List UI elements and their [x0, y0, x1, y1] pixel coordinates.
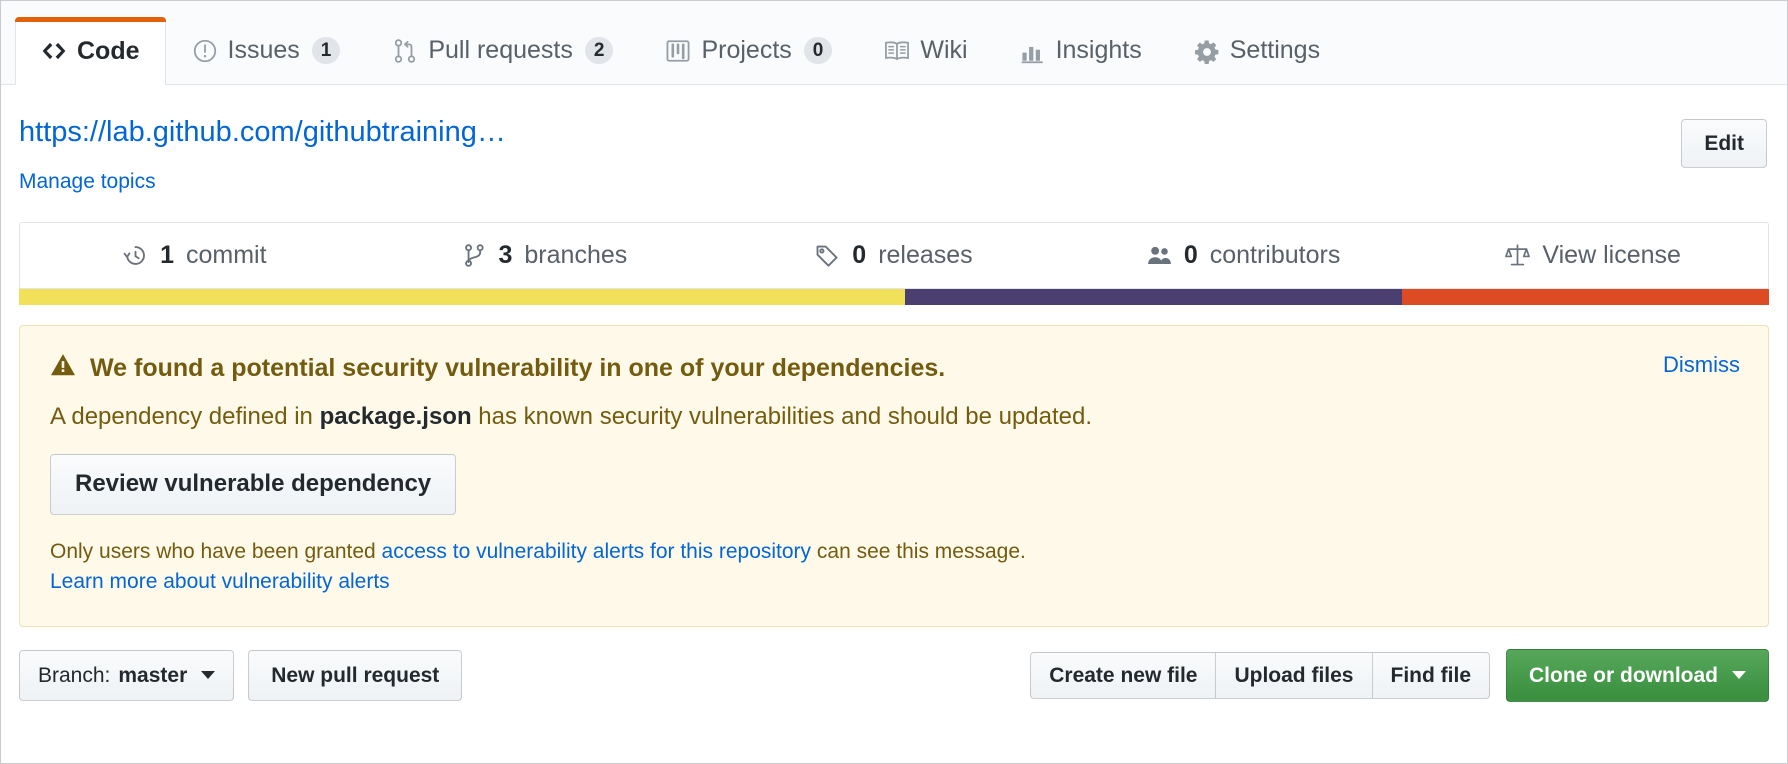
- commits-link[interactable]: 1 commit: [20, 223, 370, 288]
- clone-or-download-button[interactable]: Clone or download: [1506, 649, 1769, 702]
- releases-link[interactable]: 0 releases: [719, 223, 1069, 288]
- numbers-summary-box: 1 commit 3 branches 0 releases: [19, 222, 1769, 289]
- repository-summary: 1 commit 3 branches 0 releases: [1, 194, 1787, 305]
- gear-icon: [1194, 38, 1220, 64]
- tab-pull-requests-counter: 2: [585, 37, 614, 65]
- branch-select-button[interactable]: Branch: master: [19, 650, 234, 701]
- history-icon: [123, 243, 148, 268]
- tab-settings[interactable]: Settings: [1168, 16, 1346, 84]
- contributors-label: contributors: [1210, 241, 1341, 270]
- chevron-down-icon: [1732, 671, 1746, 679]
- review-vulnerable-dependency-button[interactable]: Review vulnerable dependency: [50, 454, 456, 515]
- file-toolbar-right: Create new file Upload files Find file C…: [1030, 649, 1769, 702]
- tab-insights-label: Insights: [1056, 36, 1142, 65]
- alert-title-text: We found a potential security vulnerabil…: [90, 354, 945, 383]
- tab-code[interactable]: Code: [15, 17, 166, 85]
- law-icon: [1505, 243, 1530, 268]
- language-segment-3: [1402, 289, 1770, 305]
- language-bar: [19, 289, 1769, 305]
- git-branch-icon: [462, 243, 487, 268]
- issue-icon: [192, 38, 218, 64]
- edit-button[interactable]: Edit: [1681, 119, 1767, 168]
- alert-note: Only users who have been granted access …: [50, 537, 1738, 598]
- releases-count: 0: [852, 241, 866, 270]
- repository-meta: https://lab.github.com/githubtraining… M…: [1, 85, 1787, 194]
- alert-note-suffix: can see this message.: [811, 540, 1026, 563]
- alert-title-row: We found a potential security vulnerabil…: [50, 352, 1738, 385]
- tab-wiki[interactable]: Wiki: [858, 16, 993, 84]
- language-segment-2: [905, 289, 1402, 305]
- tab-code-label: Code: [77, 37, 140, 66]
- tab-projects-counter: 0: [804, 37, 833, 65]
- alert-body-suffix: has known security vulnerabilities and s…: [472, 403, 1092, 430]
- file-actions-button-group: Create new file Upload files Find file: [1030, 652, 1490, 699]
- tab-insights[interactable]: Insights: [994, 16, 1168, 84]
- tab-projects[interactable]: Projects 0: [639, 16, 858, 84]
- repository-meta-left: https://lab.github.com/githubtraining… M…: [19, 115, 506, 194]
- branches-label: branches: [524, 241, 627, 270]
- chevron-down-icon: [201, 671, 215, 679]
- graph-icon: [1020, 38, 1046, 64]
- alert-note-line-1: Only users who have been granted access …: [50, 537, 1738, 567]
- repository-nav-tabs: Code Issues 1 Pull requests 2 Projects 0: [1, 1, 1787, 85]
- license-label: View license: [1542, 241, 1681, 270]
- tab-issues-counter: 1: [312, 37, 341, 65]
- license-link[interactable]: View license: [1418, 223, 1768, 288]
- branch-name-label: master: [118, 663, 187, 688]
- tab-issues[interactable]: Issues 1: [166, 16, 367, 84]
- releases-label: releases: [878, 241, 973, 270]
- contributors-count: 0: [1184, 241, 1198, 270]
- tab-pull-requests[interactable]: Pull requests 2: [366, 16, 639, 84]
- upload-files-button[interactable]: Upload files: [1215, 652, 1371, 699]
- file-toolbar-left: Branch: master New pull request: [19, 650, 462, 701]
- create-new-file-button[interactable]: Create new file: [1030, 652, 1215, 699]
- project-icon: [665, 38, 691, 64]
- alert-note-prefix: Only users who have been granted: [50, 540, 382, 563]
- tag-icon: [815, 243, 840, 268]
- tab-projects-label: Projects: [701, 36, 791, 65]
- people-icon: [1147, 243, 1172, 268]
- github-repo-page: Code Issues 1 Pull requests 2 Projects 0: [0, 0, 1788, 764]
- new-pull-request-button[interactable]: New pull request: [248, 650, 462, 701]
- repository-homepage-link[interactable]: https://lab.github.com/githubtraining…: [19, 115, 506, 150]
- contributors-link[interactable]: 0 contributors: [1069, 223, 1419, 288]
- tab-issues-label: Issues: [228, 36, 300, 65]
- git-pull-request-icon: [392, 38, 418, 64]
- dismiss-link[interactable]: Dismiss: [1663, 352, 1740, 378]
- tab-pull-requests-label: Pull requests: [428, 36, 573, 65]
- file-navigation-toolbar: Branch: master New pull request Create n…: [1, 627, 1787, 702]
- language-segment-1: [19, 289, 905, 305]
- branches-link[interactable]: 3 branches: [370, 223, 720, 288]
- tab-wiki-label: Wiki: [920, 36, 967, 65]
- alert-body-prefix: A dependency defined in: [50, 403, 320, 430]
- commits-label: commit: [186, 241, 267, 270]
- commits-count: 1: [160, 241, 174, 270]
- manage-topics-link[interactable]: Manage topics: [19, 170, 156, 193]
- code-icon: [41, 38, 67, 64]
- tab-settings-label: Settings: [1230, 36, 1320, 65]
- alert-body-filename: package.json: [320, 403, 472, 430]
- vulnerability-alert: Dismiss We found a potential security vu…: [19, 325, 1769, 627]
- branches-count: 3: [499, 241, 513, 270]
- find-file-button[interactable]: Find file: [1372, 652, 1491, 699]
- branch-prefix-label: Branch:: [38, 663, 110, 688]
- alert-icon: [50, 352, 76, 385]
- clone-or-download-label: Clone or download: [1529, 663, 1718, 688]
- book-icon: [884, 38, 910, 64]
- vulnerability-alerts-access-link[interactable]: access to vulnerability alerts for this …: [382, 540, 812, 563]
- learn-more-vulnerability-alerts-link[interactable]: Learn more about vulnerability alerts: [50, 570, 390, 593]
- vulnerability-alert-wrapper: Dismiss We found a potential security vu…: [1, 305, 1787, 627]
- alert-body: A dependency defined in package.json has…: [50, 401, 1738, 432]
